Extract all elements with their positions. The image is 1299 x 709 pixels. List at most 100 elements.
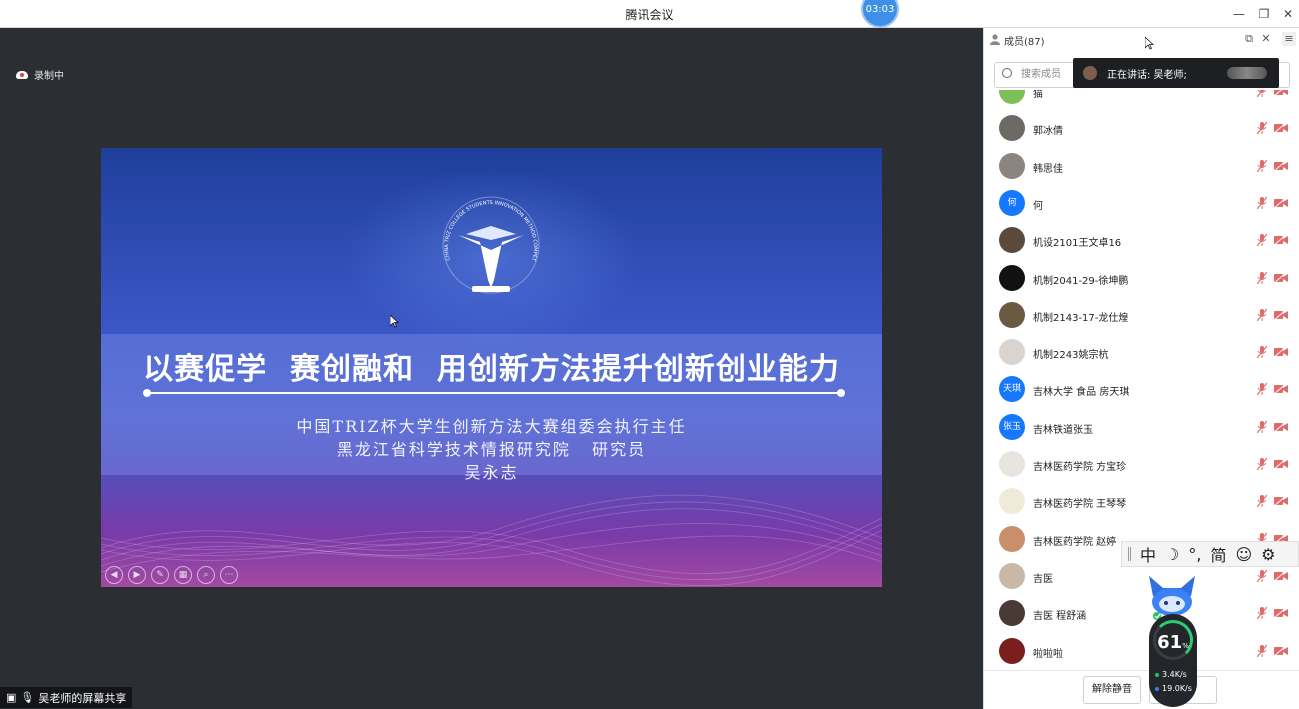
muted-mic-icon[interactable] (1257, 644, 1267, 657)
ime-chinese-toggle[interactable]: 中 (1140, 542, 1156, 566)
member-row[interactable]: 机制2041-29-徐坤鹏 (984, 260, 1299, 297)
video-off-icon[interactable] (1274, 123, 1288, 134)
member-row[interactable]: 吉林医药学院 方宝珍 (984, 446, 1299, 483)
video-off-icon[interactable] (1274, 459, 1288, 469)
video-off-icon[interactable] (1274, 272, 1288, 283)
member-row[interactable]: 吉林医药学院 王琴琴 (984, 483, 1299, 520)
muted-mic-icon[interactable] (1257, 159, 1267, 172)
member-name: 吉林医药学院 方宝珍 (1033, 462, 1127, 473)
member-row[interactable]: 机设2101王文卓16 (984, 222, 1299, 259)
punctuation-toggle[interactable]: °, (1188, 545, 1201, 564)
muted-mic-icon[interactable] (1257, 122, 1267, 135)
member-avatar (999, 637, 1025, 664)
member-avatar (999, 562, 1025, 589)
meeting-timer[interactable]: 03:03 (861, 0, 899, 28)
pen-tool-button[interactable]: ✎ (151, 566, 169, 584)
members-header: 成员(87) ⧉ ✕ ≡ (984, 28, 1299, 52)
member-avatar (999, 600, 1025, 627)
member-row[interactable]: 猫 (984, 90, 1299, 110)
muted-mic-icon[interactable] (1257, 234, 1267, 247)
member-avatar (999, 90, 1025, 104)
member-name: 吉林铁道张玉 (1033, 424, 1093, 436)
member-name: 吉林大学 食品 房天琪 (1033, 387, 1130, 399)
member-row[interactable]: 郭冰倩 (984, 110, 1299, 147)
close-panel-icon[interactable]: ✕ (1259, 32, 1273, 46)
mouse-cursor-icon-2 (1145, 37, 1154, 50)
shared-screen-area: 录制中 CHINA TRIZ COLLEGE STUDENTS INNOVATI… (0, 28, 983, 709)
network-monitor[interactable]: 61% 3.4K/s 19.0K/s (1149, 614, 1197, 707)
person-icon (990, 34, 1000, 45)
video-off-icon[interactable] (1274, 608, 1288, 619)
mascot-icon[interactable] (1143, 572, 1201, 620)
emoji-icon[interactable]: ☺ (1235, 545, 1252, 564)
video-off-icon[interactable] (1274, 384, 1288, 395)
video-off-icon[interactable] (1274, 645, 1288, 656)
muted-mic-icon[interactable] (1257, 420, 1267, 433)
member-name: 机制2243姚宗杭 (1033, 350, 1109, 362)
upload-speed: 3.4K/s (1155, 670, 1187, 679)
muted-mic-icon[interactable] (1257, 607, 1267, 620)
member-avatar: 何 (999, 189, 1025, 216)
muted-mic-icon[interactable] (1257, 271, 1267, 284)
prev-slide-button[interactable]: ◀ (105, 566, 123, 584)
member-avatar: 张玉 (999, 413, 1025, 440)
member-avatar (999, 227, 1025, 254)
slide-subtitle-2: 黑龙江省科学技术情报研究院 研究员 (336, 440, 647, 459)
member-row[interactable]: 啦啦啦 (984, 633, 1299, 670)
menu-icon[interactable]: ≡ (1282, 32, 1296, 46)
video-off-icon[interactable] (1274, 309, 1288, 320)
close-button[interactable]: ✕ (1280, 6, 1296, 22)
member-name: 机设2101王文卓16 (1033, 238, 1122, 250)
speaking-text: 正在讲话: 吴老师; (1107, 69, 1187, 81)
member-avatar (999, 115, 1025, 142)
moon-icon[interactable]: ☽ (1165, 545, 1179, 564)
muted-mic-icon[interactable] (1257, 495, 1267, 508)
muted-mic-icon[interactable] (1257, 196, 1267, 209)
muted-mic-icon[interactable] (1257, 90, 1267, 97)
speaker-audio-wave (1226, 67, 1267, 79)
video-off-icon[interactable] (1274, 496, 1288, 507)
unmute-all-button[interactable]: 解除静音 (1083, 676, 1141, 704)
muted-mic-icon[interactable] (1257, 383, 1267, 396)
muted-mic-icon[interactable] (1257, 346, 1267, 359)
video-off-icon[interactable] (1274, 90, 1288, 96)
restore-button[interactable]: ❐ (1256, 6, 1272, 22)
muted-mic-icon[interactable] (1257, 308, 1267, 321)
member-row[interactable]: 机制2243姚宗杭 (984, 334, 1299, 371)
member-name: 猫 (1033, 90, 1043, 100)
video-off-icon[interactable] (1274, 235, 1288, 246)
video-off-icon[interactable] (1274, 570, 1288, 581)
member-avatar (999, 525, 1025, 552)
next-slide-button[interactable]: ▶ (128, 566, 146, 584)
cloud-record-icon (16, 70, 28, 79)
member-row[interactable]: 张玉 吉林铁道张玉 (984, 409, 1299, 446)
more-options-button[interactable]: ⋯ (220, 566, 238, 584)
video-off-icon[interactable] (1274, 347, 1288, 358)
ime-drag-handle[interactable] (1128, 547, 1131, 561)
zoom-button[interactable]: ⌕ (197, 566, 215, 584)
muted-mic-icon[interactable] (1257, 569, 1267, 582)
slide-controls: ◀ ▶ ✎ ▦ ⌕ ⋯ (105, 566, 238, 584)
simplified-toggle[interactable]: 简 (1210, 542, 1226, 566)
video-off-icon[interactable] (1274, 197, 1288, 208)
video-off-icon[interactable] (1274, 160, 1288, 171)
member-row[interactable]: 天琪 吉林大学 食品 房天琪 (984, 371, 1299, 408)
recording-indicator[interactable]: 录制中 (16, 67, 64, 82)
member-row[interactable]: 何何 (984, 185, 1299, 222)
headline-divider (143, 389, 845, 397)
video-off-icon[interactable] (1274, 421, 1288, 432)
slide-grid-button[interactable]: ▦ (174, 566, 192, 584)
minimize-button[interactable]: — (1231, 6, 1247, 22)
download-speed: 19.0K/s (1155, 684, 1192, 693)
slide-headline: 以赛促学 赛创融和 用创新方法提升创新创业能力 (143, 352, 840, 387)
search-icon (1002, 68, 1012, 78)
settings-gear-icon[interactable]: ⚙ (1261, 545, 1275, 564)
member-avatar (999, 339, 1025, 366)
member-row[interactable]: 机制2143-17-龙仕煌 (984, 297, 1299, 334)
member-row[interactable]: 吉医 程舒涵 (984, 595, 1299, 632)
member-name: 机制2143-17-龙仕煌 (1033, 312, 1129, 324)
member-row[interactable]: 韩思佳 (984, 148, 1299, 185)
muted-mic-icon[interactable] (1257, 458, 1267, 470)
screen-share-icon: ▣ (6, 691, 17, 704)
popout-icon[interactable]: ⧉ (1242, 32, 1256, 46)
